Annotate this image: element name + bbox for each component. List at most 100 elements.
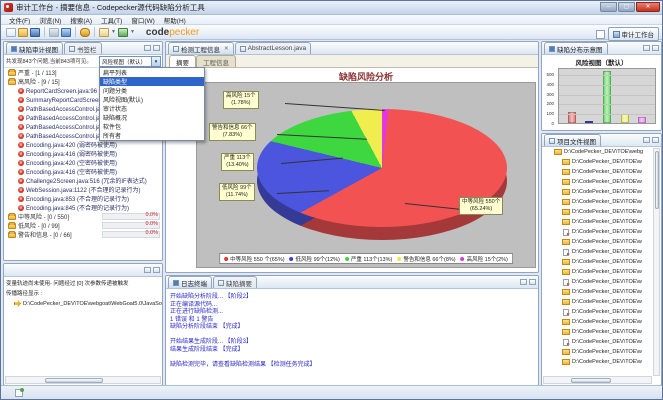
file-tree-item[interactable]: D:\CodePecker_DEV\TOE\w — [542, 187, 653, 197]
tab-日志终端[interactable]: 日志终端 — [168, 276, 212, 288]
filter-option[interactable]: 问题分类 — [100, 86, 204, 95]
minimize-view-icon[interactable] — [643, 137, 650, 143]
perspective-button-audit-workbench[interactable]: 审计工作台 — [608, 27, 660, 41]
file-tree-item[interactable]: D:\CodePecker_DEV\TOE\w — [542, 347, 653, 357]
file-tree-item[interactable]: D:\CodePecker_DEV\TOE\w — [542, 157, 653, 167]
filter-option[interactable]: 缺陷类型 — [100, 77, 204, 86]
scrollbar-thumb[interactable] — [45, 378, 104, 383]
minimize-view-icon[interactable] — [520, 279, 527, 285]
statusbar-item-icon[interactable] — [15, 389, 23, 397]
filter-option[interactable]: 缺陷概况 — [100, 113, 204, 122]
menu-item-2[interactable]: 搜索(A) — [66, 15, 96, 25]
defect-item[interactable]: ✕Encoding.java:420 (弱密码被使用) — [4, 140, 162, 149]
error-icon: ✕ — [18, 151, 24, 157]
tab-AbstractLesson.java[interactable]: AbstractLesson.java — [235, 42, 312, 54]
new-file-icon[interactable] — [6, 28, 16, 37]
menu-item-1[interactable]: 浏览(N) — [35, 15, 65, 25]
maximize-button[interactable]: ▢ — [618, 2, 635, 12]
print-icon[interactable] — [49, 28, 59, 37]
file-tree-item[interactable]: D:\CodePecker_DEV\TOE\w — [542, 167, 653, 177]
file-tree-item[interactable]: D:\CodePecker_DEV\TOE\w — [542, 217, 653, 227]
horizontal-scrollbar[interactable] — [543, 376, 652, 384]
minimize-button[interactable]: – — [600, 2, 617, 12]
chevron-down-icon[interactable]: ▼ — [151, 57, 160, 66]
file-tree-item[interactable]: D:\CodePecker_DEV\TOE\w — [542, 337, 653, 347]
save-icon[interactable] — [30, 28, 40, 37]
minimize-view-icon[interactable] — [144, 267, 151, 273]
scrollbar-thumb[interactable] — [571, 378, 612, 383]
maximize-view-icon[interactable] — [652, 45, 659, 51]
maximize-view-icon[interactable] — [153, 267, 160, 273]
run-icon[interactable] — [118, 28, 128, 37]
file-tree-item[interactable]: D:\CodePecker_DEV\TOE\w — [542, 247, 653, 257]
tab-缺陷分布示意图[interactable]: 缺陷分布示意图 — [544, 42, 608, 54]
folder-icon — [562, 329, 570, 335]
defect-item[interactable]: ✕Encoding.java:853 (不合理的记录行为) — [4, 194, 162, 203]
menu-item-5[interactable]: 帮助(H) — [160, 15, 190, 25]
defect-item[interactable]: ✕WebSession.java:1122 (不合理的记录行为) — [4, 185, 162, 194]
filter-option[interactable]: 扁平列表 — [100, 68, 204, 77]
filter-option[interactable]: 风险视图(默认) — [100, 95, 204, 104]
file-tree-item[interactable]: D:\CodePecker_DEV\TOE\w — [542, 207, 653, 217]
key-icon[interactable] — [80, 28, 90, 37]
file-tree-item[interactable]: D:\CodePecker_DEV\TOE\w — [542, 257, 653, 267]
maximize-view-icon[interactable] — [153, 45, 160, 51]
tab-项目文件视图[interactable]: 项目文件视图 — [544, 134, 601, 146]
tab-书签栏[interactable]: 书签栏 — [64, 42, 102, 54]
view-filter-dropdown[interactable]: 风险视图（默认） ▼ — [99, 56, 161, 67]
file-tree-item[interactable]: D:\CodePecker_DEV\TOE\w — [542, 287, 653, 297]
defect-item[interactable]: ✕Encoding.java:416 (空密码被使用) — [4, 167, 162, 176]
menu-item-3[interactable]: 工具(T) — [97, 15, 126, 25]
defect-item[interactable]: ✕Encoding.java:845 (不合理的记录行为) — [4, 203, 162, 212]
tab-检测工程信息[interactable]: 检测工程信息✕ — [168, 42, 234, 54]
defect-item[interactable]: ✕Challenge2Screen.java:516 (冗余的IF表达式) — [4, 176, 162, 185]
minimize-view-icon[interactable] — [643, 45, 650, 51]
title-bar[interactable]: 审计工作台 - 摘要信息 - Codepecker源代码缺陷分析工具 – ▢ ✕ — [1, 1, 662, 15]
open-perspective-icon[interactable] — [596, 30, 605, 39]
severity-group-row[interactable]: 警告和信息 - [0 / 66]0.0% — [4, 230, 162, 239]
tab-缺陷审计视图[interactable]: 缺陷审计视图 — [6, 42, 63, 54]
pencil-icon[interactable] — [99, 28, 109, 37]
file-tree-item[interactable]: D:\CodePecker_DEV\TOE\w — [542, 327, 653, 337]
file-tree-item[interactable]: D:\CodePecker_DEV\TOE\w — [542, 297, 653, 307]
file-tree-item[interactable]: D:\CodePecker_DEV\TOE\w — [542, 267, 653, 277]
severity-group-row[interactable]: 中等风险 - [0 / 550]0.0% — [4, 212, 162, 221]
filter-option[interactable]: 所有者 — [100, 131, 204, 140]
file-tree-item[interactable]: D:\CodePecker_DEV\TOE\w — [542, 237, 653, 247]
severity-group-row[interactable]: 低风险 - [0 / 99]0.0% — [4, 221, 162, 230]
defect-count-summary: 共发现843个问题,当前843项可见。 — [4, 57, 92, 65]
close-button[interactable]: ✕ — [636, 2, 660, 12]
open-folder-icon[interactable] — [18, 28, 28, 37]
file-tree-item[interactable]: D:\CodePecker_DEV\TOE\w — [542, 227, 653, 237]
monitor-icon[interactable] — [61, 28, 71, 37]
filter-option[interactable]: 软件包 — [100, 122, 204, 131]
defect-item[interactable]: ✕Encoding.java:420 (空密码被使用) — [4, 158, 162, 167]
file-tree-item[interactable]: D:\CodePecker_DEV\TOE\w — [542, 197, 653, 207]
file-tree-root[interactable]: D:\CodePecker_DEV\TOE\webg — [542, 147, 653, 157]
menu-item-0[interactable]: 文件(F) — [5, 15, 34, 25]
tab-close-icon[interactable]: ✕ — [224, 46, 229, 52]
tab-缺陷摘要[interactable]: 缺陷摘要 — [213, 276, 257, 288]
defect-item[interactable]: ✕Encoding.java:416 (弱密码被使用) — [4, 149, 162, 158]
filter-option[interactable]: 审计状态 — [100, 104, 204, 113]
error-icon: ✕ — [18, 178, 24, 184]
scrollbar-thumb[interactable] — [655, 151, 659, 209]
error-icon: ✕ — [18, 97, 24, 103]
chevron-down-icon[interactable]: ▼ — [111, 29, 116, 35]
menu-item-4[interactable]: 窗口(W) — [127, 15, 158, 25]
file-tree-item[interactable]: D:\CodePecker_DEV\TOE\w — [542, 307, 653, 317]
y-axis-tick-label: 400 — [546, 82, 554, 87]
trace-path-item[interactable]: D:\CodePecker_DEV\TOE\webgoat\WebGoat5.0… — [4, 297, 162, 307]
subtab-工程信息[interactable]: 工程信息 — [196, 55, 236, 67]
minimize-view-icon[interactable] — [144, 45, 151, 51]
chevron-down-icon[interactable]: ▼ — [130, 29, 135, 35]
maximize-view-icon[interactable] — [529, 279, 536, 285]
file-tree-item[interactable]: D:\CodePecker_DEV\TOE\w — [542, 357, 653, 367]
vertical-scrollbar[interactable] — [653, 148, 660, 376]
file-tree-item[interactable]: D:\CodePecker_DEV\TOE\w — [542, 317, 653, 327]
file-tree-item[interactable]: D:\CodePecker_DEV\TOE\w — [542, 277, 653, 287]
horizontal-scrollbar[interactable] — [5, 376, 161, 384]
subtab-摘要[interactable]: 摘要 — [169, 55, 196, 67]
maximize-view-icon[interactable] — [652, 137, 659, 143]
file-tree-item[interactable]: D:\CodePecker_DEV\TOE\w — [542, 177, 653, 187]
